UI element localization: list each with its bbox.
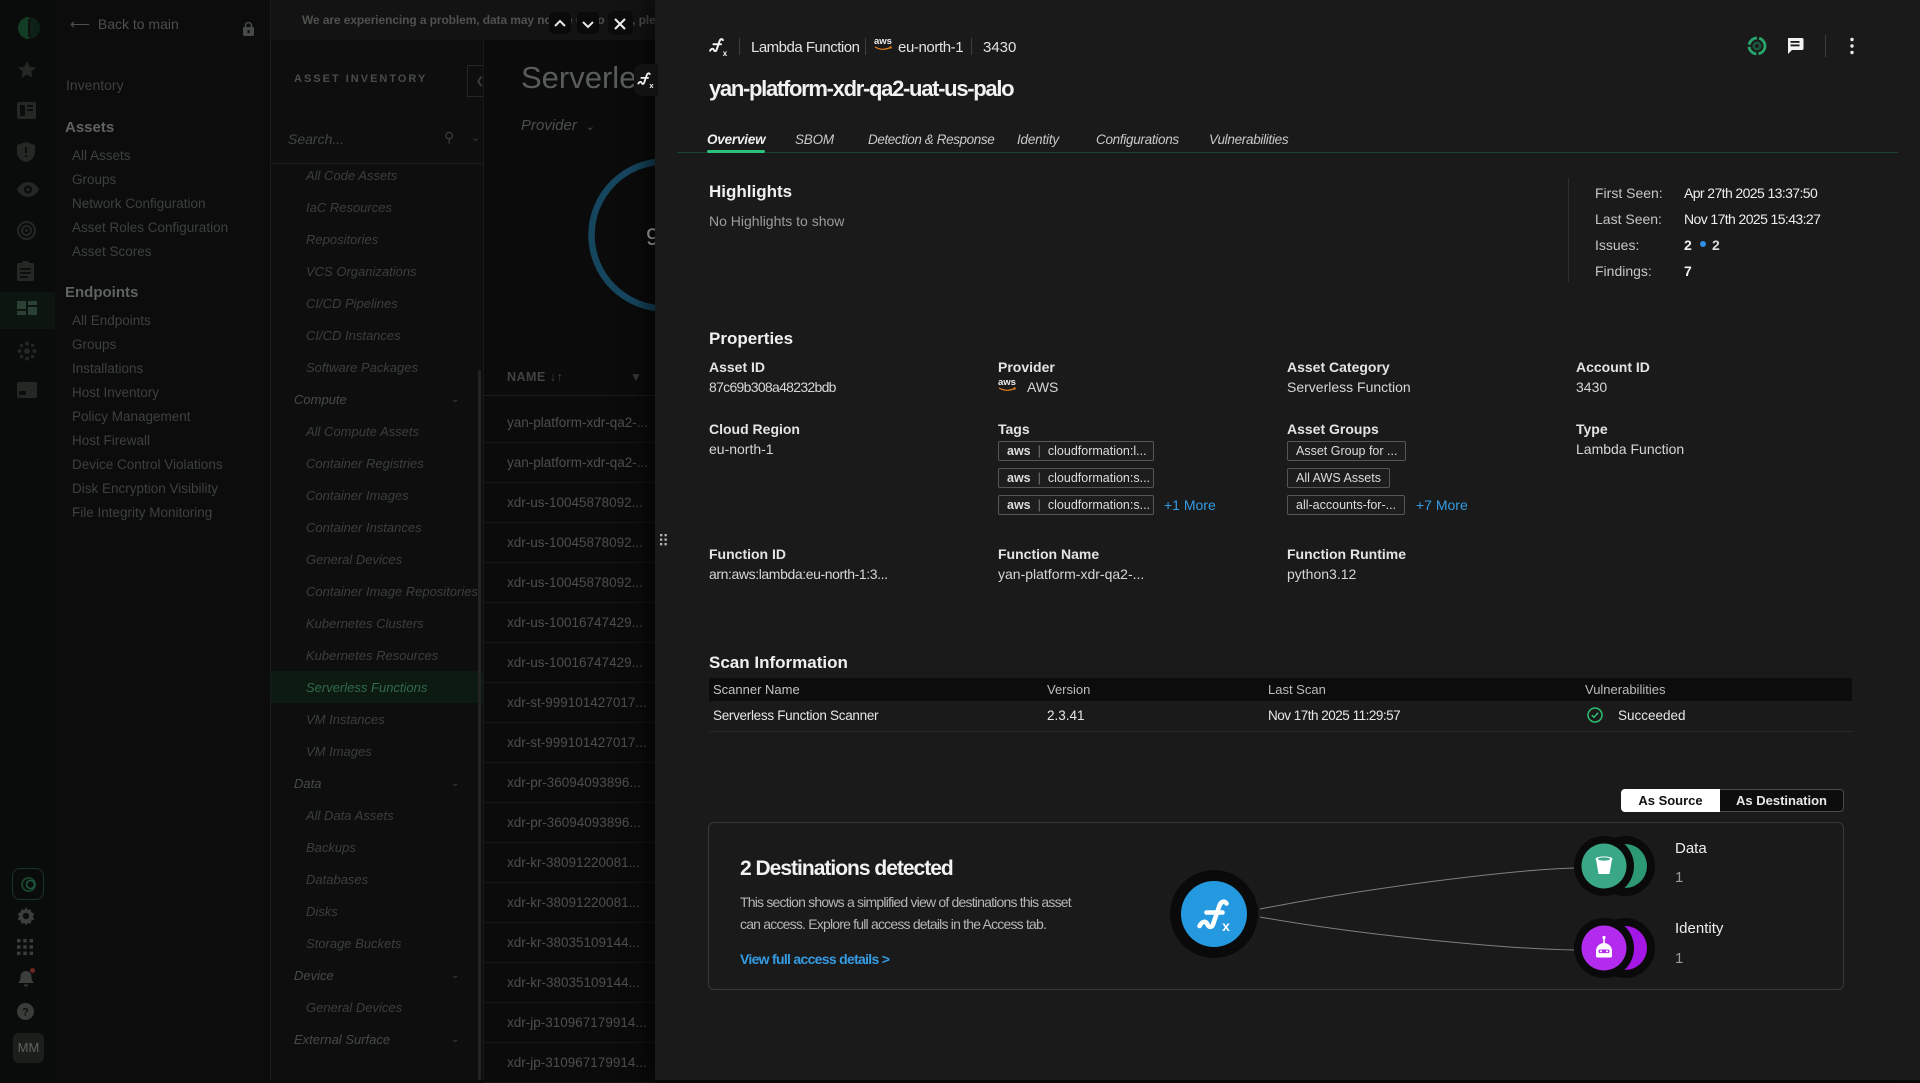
svg-text:x: x bbox=[723, 49, 728, 58]
svg-text:x: x bbox=[649, 81, 654, 90]
svg-text:?: ? bbox=[22, 1007, 29, 1019]
svg-text:x: x bbox=[1222, 918, 1230, 934]
